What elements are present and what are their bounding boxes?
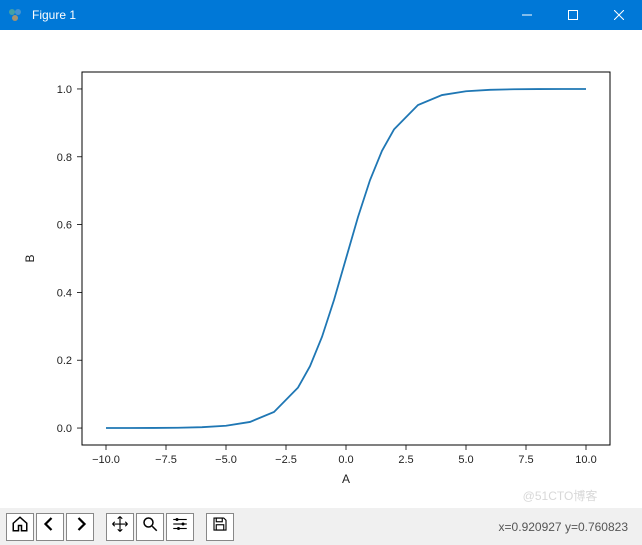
move-icon [111,515,129,538]
x-tick-label: 10.0 [575,454,596,466]
y-axis-label: B [23,254,37,262]
x-tick-label: −2.5 [275,454,297,466]
y-tick-label: 0.0 [57,423,72,435]
pan-button[interactable] [106,513,134,541]
save-icon [211,515,229,538]
home-button[interactable] [6,513,34,541]
subplots-button[interactable] [166,513,194,541]
home-icon [11,515,29,538]
x-tick-label: −7.5 [155,454,177,466]
x-axis-label: A [342,472,350,486]
arrow-left-icon [41,515,59,538]
maximize-button[interactable] [550,0,596,30]
x-tick-label: 7.5 [518,454,533,466]
x-tick-label: 5.0 [458,454,473,466]
arrow-right-icon [71,515,89,538]
cursor-coordinates: x=0.920927 y=0.760823 [499,520,636,534]
series-line [106,89,586,428]
toolbar: x=0.920927 y=0.760823 [0,507,642,545]
y-tick-label: 0.6 [57,220,72,232]
x-tick-label: −10.0 [92,454,120,466]
zoom-icon [141,515,159,538]
x-tick-label: −5.0 [215,454,237,466]
forward-button[interactable] [66,513,94,541]
x-tick-label: 0.0 [338,454,353,466]
save-button[interactable] [206,513,234,541]
y-tick-label: 1.0 [57,84,72,96]
x-tick-label: 2.5 [398,454,413,466]
y-tick-label: 0.2 [57,355,72,367]
plot-svg: −10.0 −7.5 −5.0 −2.5 0.0 2.5 5.0 7.5 10.0 0.0 0.2 0… [0,30,642,507]
watermark: @51CTO博客 [523,488,598,503]
plot-canvas[interactable]: −10.0 −7.5 −5.0 −2.5 0.0 2.5 5.0 7.5 10.0 0.0 0.2 0… [0,30,642,507]
y-tick-label: 0.8 [57,152,72,164]
y-tick-label: 0.4 [57,287,72,299]
close-button[interactable] [596,0,642,30]
window-title: Figure 1 [30,8,504,22]
back-button[interactable] [36,513,64,541]
zoom-button[interactable] [136,513,164,541]
app-icon [0,7,30,23]
minimize-button[interactable] [504,0,550,30]
sliders-icon [171,515,189,538]
titlebar: Figure 1 [0,0,642,30]
